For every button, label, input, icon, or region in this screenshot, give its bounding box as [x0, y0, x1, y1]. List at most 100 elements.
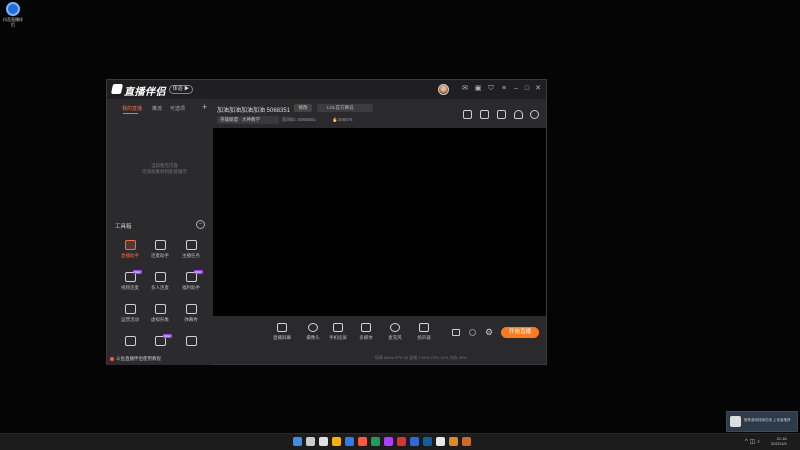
- taskbar-app-icon[interactable]: [332, 437, 341, 446]
- control-label: 摄像头: [306, 335, 320, 340]
- more-icon-2: NEW: [154, 334, 172, 346]
- minimize-icon[interactable]: –: [512, 85, 520, 93]
- category-selector[interactable]: 英雄联盟 · 大神教学: [217, 116, 279, 124]
- app-window: 直播伴侣 体验 ▶ ✉ ▣ ⛉ ≡ – □ ✕ 我的直播 推流 可选项 + 当前…: [106, 79, 547, 365]
- control-label: 多媒体: [359, 335, 373, 340]
- new-badge: NEW: [193, 270, 203, 274]
- tool-6[interactable]: NEW 福利助手: [176, 270, 206, 296]
- record-icon[interactable]: [452, 329, 460, 336]
- tool-8[interactable]: 虚拟形象: [145, 304, 175, 328]
- announcement-field[interactable]: LOL官方赛说: [317, 104, 373, 112]
- more-icon-1: [124, 336, 136, 346]
- taskbar-app-icon[interactable]: [449, 437, 458, 446]
- shirt-icon[interactable]: ⛉: [487, 85, 495, 93]
- tool-label: 直播助手: [121, 253, 139, 258]
- control-speaker[interactable]: 扬声器: [412, 323, 436, 341]
- taskbar-app-icon[interactable]: [384, 437, 393, 446]
- taskbar-app-icon[interactable]: [358, 437, 367, 446]
- search-icon[interactable]: [306, 437, 315, 446]
- screen-icon[interactable]: ▣: [474, 85, 482, 93]
- sidebar: 我的直播 推流 可选项 + 当前暂无内容 可添加素材到此处展示 工具箱 − 直播…: [107, 99, 212, 365]
- phone-cast-icon: [333, 323, 343, 332]
- task-icon: [185, 240, 197, 250]
- tool-7[interactable]: 运营活动: [115, 304, 145, 328]
- version-badge[interactable]: 体验 ▶: [169, 85, 193, 94]
- menu-icon[interactable]: ≡: [500, 85, 508, 93]
- close-icon[interactable]: ✕: [534, 85, 542, 93]
- bell-icon[interactable]: [514, 110, 523, 119]
- tool-label: 多人连麦: [151, 285, 169, 290]
- multi-call-icon: [154, 272, 166, 282]
- taskbar-app-icon[interactable]: [423, 437, 432, 446]
- share-icon[interactable]: [530, 110, 539, 119]
- control-mic[interactable]: 麦克风: [383, 323, 407, 341]
- popularity-count: 🔥306674: [332, 117, 353, 122]
- tutorial-dot-icon: [110, 356, 114, 361]
- tool-label: 福利助手: [182, 285, 200, 290]
- tool-label: 主播任务: [182, 253, 200, 258]
- room-title: 加油加油加油加油 5068351: [217, 108, 291, 114]
- stream-preview[interactable]: [213, 128, 546, 316]
- taskbar-app-icon[interactable]: [319, 437, 328, 446]
- mail-icon[interactable]: ✉: [461, 85, 469, 93]
- collapse-icon[interactable]: −: [196, 220, 205, 229]
- tutorial-link[interactable]: 斗鱼直播伴侣使用教程: [110, 356, 161, 362]
- taskbar-app-icon[interactable]: [371, 437, 380, 446]
- tray-icons[interactable]: ^ ◫ ♪: [745, 438, 760, 445]
- tool-3[interactable]: 主播任务: [176, 240, 206, 264]
- control-media[interactable]: 多媒体: [354, 323, 378, 341]
- clock-date: 2022/1/9: [771, 441, 787, 446]
- control-camera[interactable]: 摄像头: [301, 323, 325, 341]
- tool-5[interactable]: 多人连麦: [145, 272, 175, 296]
- edit-title-button[interactable]: 修改: [294, 104, 312, 112]
- tool-1[interactable]: 直播助手: [115, 240, 145, 264]
- app-logo-icon: [110, 84, 124, 94]
- danmaku-icon: [185, 304, 197, 314]
- tool-2[interactable]: 连麦助手: [145, 240, 175, 264]
- activity-icon: [124, 304, 136, 314]
- tab-stream[interactable]: 推流: [152, 105, 162, 112]
- control-screen-share[interactable]: 直播屏幕: [270, 323, 294, 341]
- taskbar-app-icon[interactable]: [436, 437, 445, 446]
- tool-label: 弹幕秀: [184, 317, 198, 322]
- control-label: 扬声器: [417, 335, 431, 340]
- status-bar: 码率 0kb/s FPS 30 丢帧 0.00% CPU 21% 内存 29%: [375, 355, 467, 360]
- media-icon: [361, 323, 371, 332]
- maximize-icon[interactable]: □: [523, 85, 531, 93]
- tool-12[interactable]: [176, 336, 206, 360]
- person-icon: [154, 240, 166, 250]
- user-avatar[interactable]: [438, 84, 449, 95]
- layout-icon[interactable]: [497, 110, 506, 119]
- mic-icon: [390, 323, 400, 332]
- tool-label: 连麦助手: [151, 253, 169, 258]
- room-id: 房间ID: 5068351: [282, 117, 316, 122]
- tab-options[interactable]: 可选项: [170, 105, 185, 112]
- start-menu-icon[interactable]: [293, 437, 302, 446]
- tool-9[interactable]: 弹幕秀: [176, 304, 206, 328]
- info-icon[interactable]: [469, 329, 476, 336]
- tab-mine[interactable]: 我的直播: [122, 105, 142, 112]
- desktop-icon-label: 抖音直播伴侣: [3, 17, 23, 27]
- notification-toast[interactable]: 推荐游戏持续在线 上传者推荐: [726, 411, 798, 432]
- speaker-icon: [419, 323, 429, 332]
- clock[interactable]: 21:18 2022/1/9: [771, 436, 787, 446]
- add-tab-button[interactable]: +: [202, 102, 207, 112]
- taskbar-app-icon[interactable]: [410, 437, 419, 446]
- taskbar-app-icon[interactable]: [345, 437, 354, 446]
- desktop-app-icon[interactable]: 抖音直播伴侣: [2, 2, 24, 27]
- taskbar-app-icon[interactable]: [397, 437, 406, 446]
- notification-text: 推荐游戏持续在线 上传者推荐: [744, 418, 791, 422]
- start-live-button[interactable]: 开始直播: [501, 327, 539, 338]
- settings-gear-icon[interactable]: ⚙: [485, 328, 493, 337]
- active-tab-underline: [123, 113, 138, 114]
- tool-4[interactable]: NEW 视频连麦: [115, 270, 145, 296]
- taskbar-app-icon[interactable]: [462, 437, 471, 446]
- tool-label: 虚拟形象: [151, 317, 169, 322]
- tool-label: 视频连麦: [121, 285, 139, 290]
- trash-icon[interactable]: [463, 110, 472, 119]
- lock-icon[interactable]: [480, 110, 489, 119]
- control-phone-cast[interactable]: 手机投屏: [326, 323, 350, 341]
- app-name: 直播伴侣: [124, 87, 166, 98]
- tutorial-label: 斗鱼直播伴侣使用教程: [116, 356, 161, 361]
- screen-share-icon: [277, 323, 287, 332]
